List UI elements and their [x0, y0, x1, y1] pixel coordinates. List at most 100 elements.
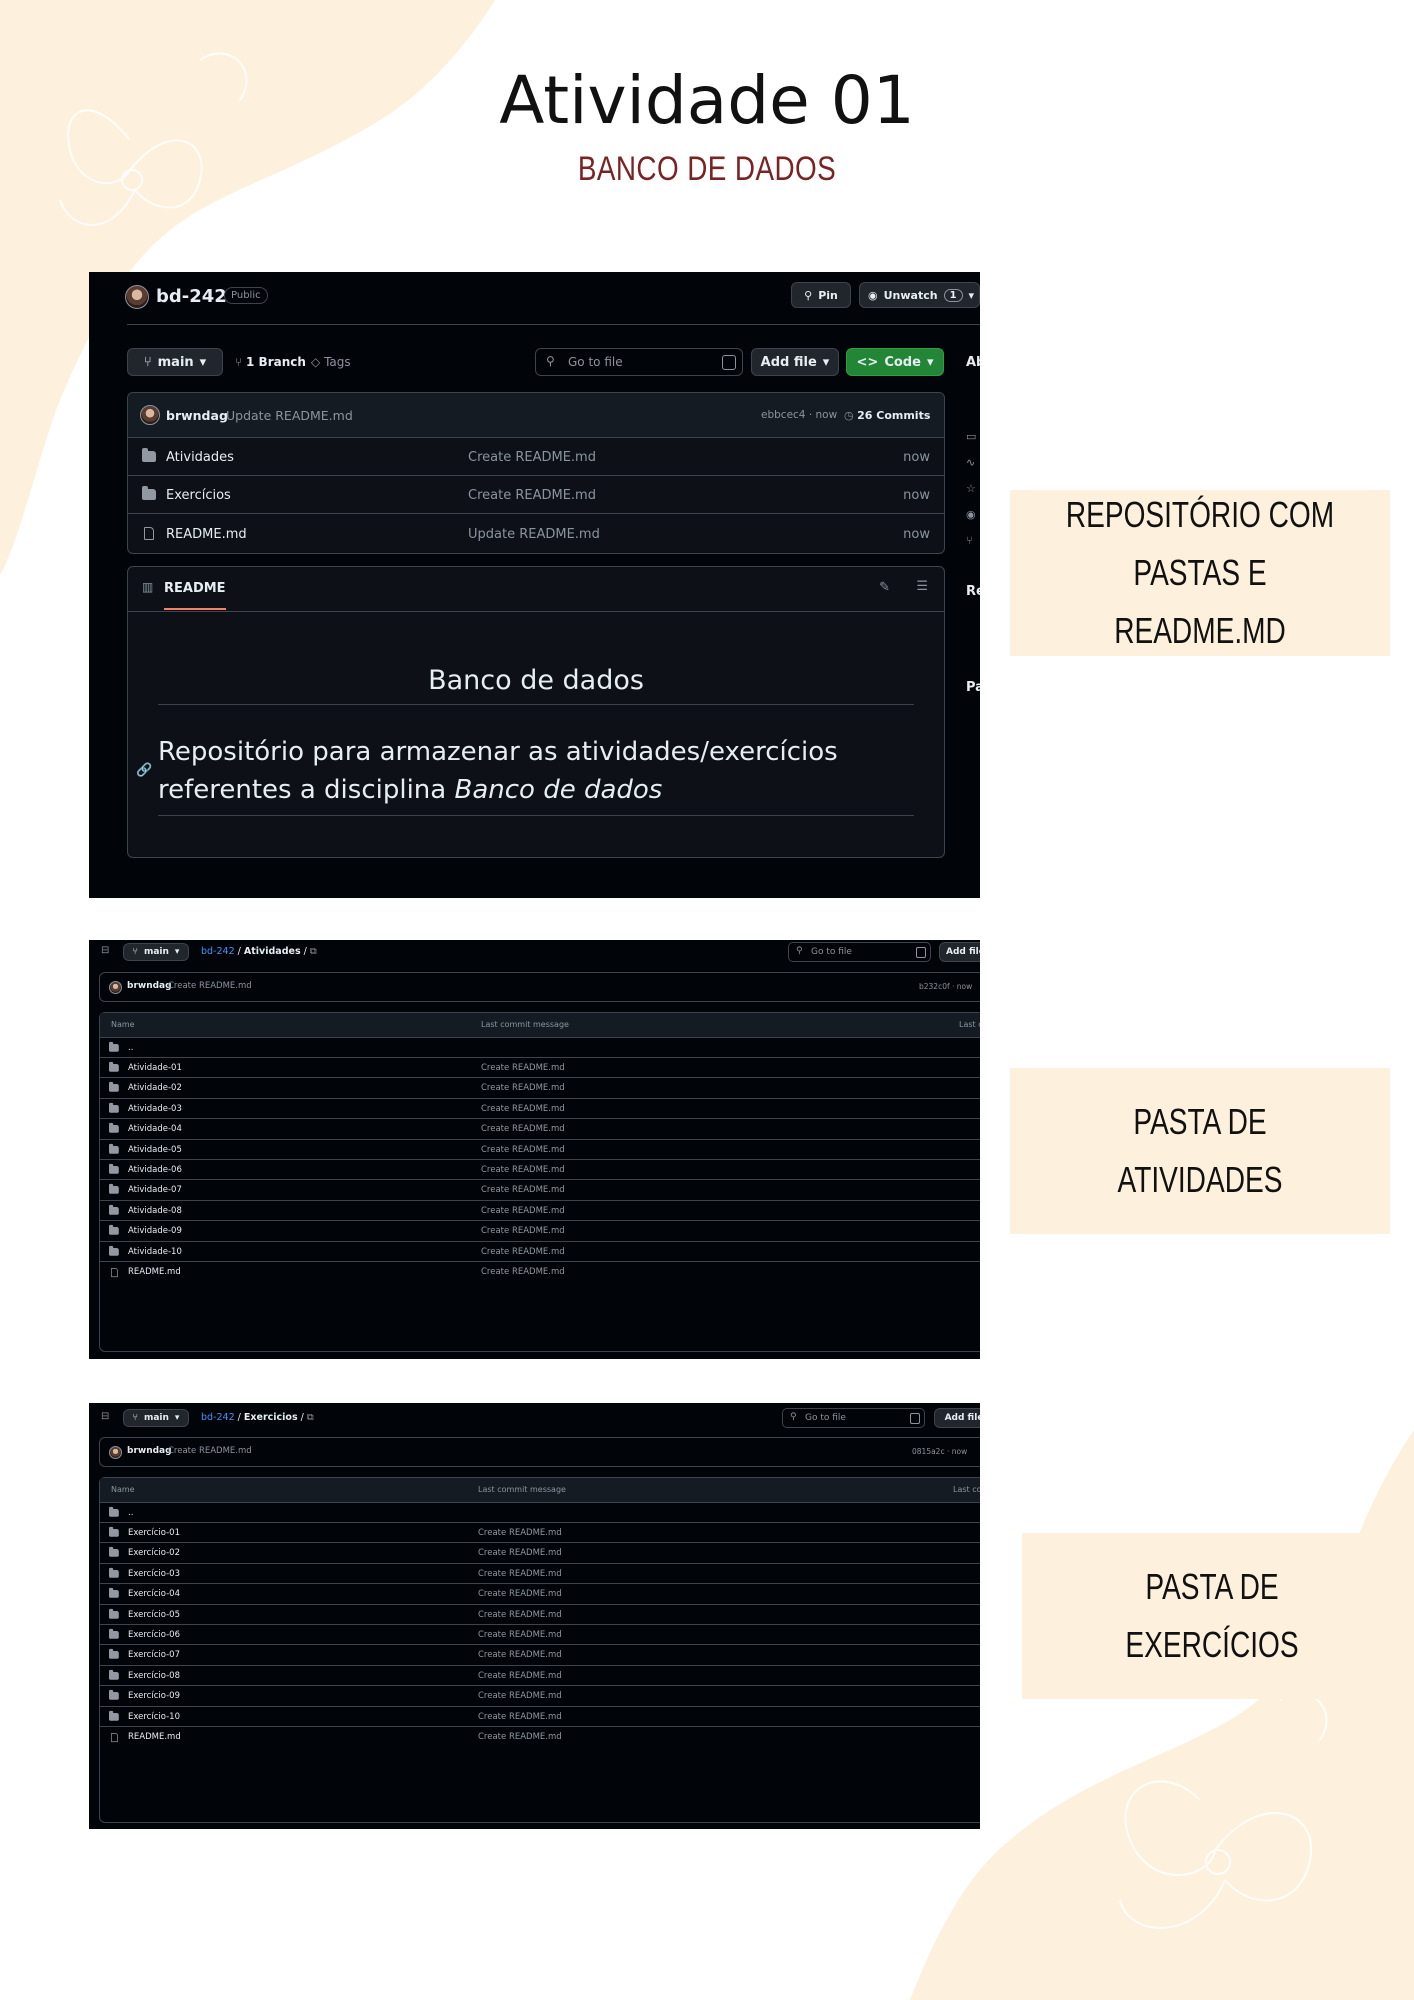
file-commit-message[interactable]: Create README.md [481, 1083, 565, 1093]
table-row[interactable]: Atividade-02 Create README.md [100, 1077, 980, 1098]
file-commit-message[interactable]: Create README.md [481, 1226, 565, 1236]
table-row[interactable]: Exercício-08 Create README.md [100, 1664, 980, 1686]
table-row[interactable]: Exercício-04 Create README.md [100, 1583, 980, 1604]
parent-directory-row[interactable]: .. [100, 1502, 980, 1523]
table-row[interactable]: Exercício-10 Create README.md [100, 1705, 980, 1727]
avatar[interactable] [140, 405, 160, 425]
file-commit-message[interactable]: Create README.md [481, 1267, 565, 1277]
file-name[interactable]: README.md [128, 1267, 181, 1277]
file-name[interactable]: Exercício-07 [128, 1650, 180, 1660]
commit-hash[interactable]: b232c0f · now [919, 982, 972, 991]
table-row[interactable]: Atividade-08 Create README.md [100, 1199, 980, 1221]
file-name[interactable]: README.md [128, 1732, 181, 1742]
commit-message[interactable]: Create README.md [168, 1446, 252, 1456]
add-file-button[interactable]: Add file [939, 942, 980, 962]
file-name[interactable]: Atividade-06 [128, 1165, 182, 1175]
table-row[interactable]: README.md Create README.md [100, 1261, 980, 1282]
file-commit-message[interactable]: Create README.md [478, 1630, 562, 1640]
file-commit-message[interactable]: Create README.md [468, 488, 596, 503]
file-name[interactable]: Atividade-04 [128, 1124, 182, 1134]
file-commit-message[interactable]: Create README.md [478, 1569, 562, 1579]
file-commit-message[interactable]: Create README.md [481, 1124, 565, 1134]
file-name[interactable]: .. [128, 1508, 133, 1518]
file-name[interactable]: README.md [166, 527, 247, 542]
file-commit-message[interactable]: Create README.md [478, 1528, 562, 1538]
table-row[interactable]: Exercício-06 Create README.md [100, 1624, 980, 1645]
file-commit-message[interactable]: Create README.md [478, 1671, 562, 1681]
table-row[interactable]: Atividade-09 Create README.md [100, 1220, 980, 1241]
table-row[interactable]: README.md Update README.md now [128, 513, 944, 554]
pin-button[interactable]: ⚲ Pin [791, 282, 851, 308]
file-commit-message[interactable]: Create README.md [478, 1712, 562, 1722]
file-name[interactable]: Atividade-07 [128, 1185, 182, 1195]
table-row[interactable]: Atividade-10 Create README.md [100, 1240, 980, 1262]
go-to-file-search[interactable]: ⚲ Go to file [782, 1408, 925, 1428]
file-commit-message[interactable]: Create README.md [481, 1145, 565, 1155]
table-row[interactable]: Atividades Create README.md now [128, 437, 944, 476]
breadcrumb-repo-link[interactable]: bd-242 [201, 946, 235, 957]
table-row[interactable]: Atividade-01 Create README.md [100, 1057, 980, 1078]
file-name[interactable]: Atividades [166, 450, 234, 465]
file-commit-message[interactable]: Create README.md [478, 1589, 562, 1599]
file-name[interactable]: Exercício-05 [128, 1610, 180, 1620]
tags-link[interactable]: ◇ Tags [311, 355, 351, 369]
unwatch-button[interactable]: ◉ Unwatch 1 ▾ [859, 282, 980, 308]
file-name[interactable]: Atividade-08 [128, 1206, 182, 1216]
file-commit-message[interactable]: Update README.md [468, 527, 600, 542]
add-file-button[interactable]: Add file [934, 1408, 980, 1428]
file-name[interactable]: Exercício-03 [128, 1569, 180, 1579]
file-name[interactable]: Exercício-02 [128, 1548, 180, 1558]
table-row[interactable]: Atividade-07 Create README.md [100, 1179, 980, 1200]
copy-icon[interactable]: ⧉ [307, 1412, 314, 1423]
add-file-button[interactable]: Add file ▾ [751, 348, 839, 376]
readme-tab[interactable]: README [164, 581, 226, 610]
repo-name[interactable]: bd-242 [156, 286, 227, 307]
file-name[interactable]: Exercício-10 [128, 1712, 180, 1722]
avatar[interactable] [109, 981, 122, 994]
anchor-link-icon[interactable]: 🔗 [136, 763, 152, 778]
table-row[interactable]: Atividade-04 Create README.md [100, 1118, 980, 1139]
edit-pencil-icon[interactable]: ✎ [879, 580, 890, 595]
file-name[interactable]: Exercício-01 [128, 1528, 180, 1538]
commit-author[interactable]: brwndag [127, 1446, 172, 1456]
commit-hash[interactable]: 0815a2c · now [912, 1447, 967, 1456]
branch-selector[interactable]: ⑂ main ▾ [123, 1409, 189, 1427]
file-commit-message[interactable]: Create README.md [478, 1691, 562, 1701]
commits-link[interactable]: ◷ 26 Commits [844, 409, 930, 422]
file-name[interactable]: .. [128, 1043, 133, 1053]
table-row[interactable]: Exercício-02 Create README.md [100, 1542, 980, 1563]
file-commit-message[interactable]: Create README.md [481, 1206, 565, 1216]
file-name[interactable]: Exercício-04 [128, 1589, 180, 1599]
file-name[interactable]: Exercício-08 [128, 1671, 180, 1681]
commit-author[interactable]: brwndag [166, 408, 228, 423]
commit-message[interactable]: Create README.md [168, 981, 252, 991]
file-name[interactable]: Atividade-05 [128, 1145, 182, 1155]
file-name[interactable]: Exercício-06 [128, 1630, 180, 1640]
file-commit-message[interactable]: Create README.md [468, 450, 596, 465]
repo-avatar[interactable] [125, 285, 149, 309]
commit-author[interactable]: brwndag [127, 981, 172, 991]
code-button[interactable]: <> Code ▾ [846, 348, 944, 376]
commit-message[interactable]: Update README.md [226, 408, 353, 423]
table-row[interactable]: Atividade-03 Create README.md [100, 1097, 980, 1119]
file-commit-message[interactable]: Create README.md [478, 1650, 562, 1660]
table-row[interactable]: Exercício-07 Create README.md [100, 1644, 980, 1665]
table-row[interactable]: Atividade-06 Create README.md [100, 1159, 980, 1180]
file-commit-message[interactable]: Create README.md [481, 1185, 565, 1195]
file-name[interactable]: Atividade-01 [128, 1063, 182, 1073]
table-row[interactable]: Exercícios Create README.md now [128, 475, 944, 514]
file-commit-message[interactable]: Create README.md [478, 1610, 562, 1620]
table-row[interactable]: Exercício-05 Create README.md [100, 1603, 980, 1625]
file-commit-message[interactable]: Create README.md [478, 1732, 562, 1742]
parent-directory-row[interactable]: .. [100, 1037, 980, 1058]
go-to-file-search[interactable]: ⚲ Go to file [535, 348, 743, 376]
file-commit-message[interactable]: Create README.md [481, 1165, 565, 1175]
table-row[interactable]: README.md Create README.md [100, 1726, 980, 1747]
file-name[interactable]: Exercício-09 [128, 1691, 180, 1701]
sidebar-toggle-icon[interactable]: ⊟ [101, 945, 109, 956]
branch-selector[interactable]: ⑂ main ▾ [127, 348, 223, 376]
avatar[interactable] [109, 1446, 122, 1459]
table-row[interactable]: Exercício-03 Create README.md [100, 1562, 980, 1584]
go-to-file-search[interactable]: ⚲ Go to file [788, 942, 931, 962]
file-name[interactable]: Exercícios [166, 488, 231, 503]
